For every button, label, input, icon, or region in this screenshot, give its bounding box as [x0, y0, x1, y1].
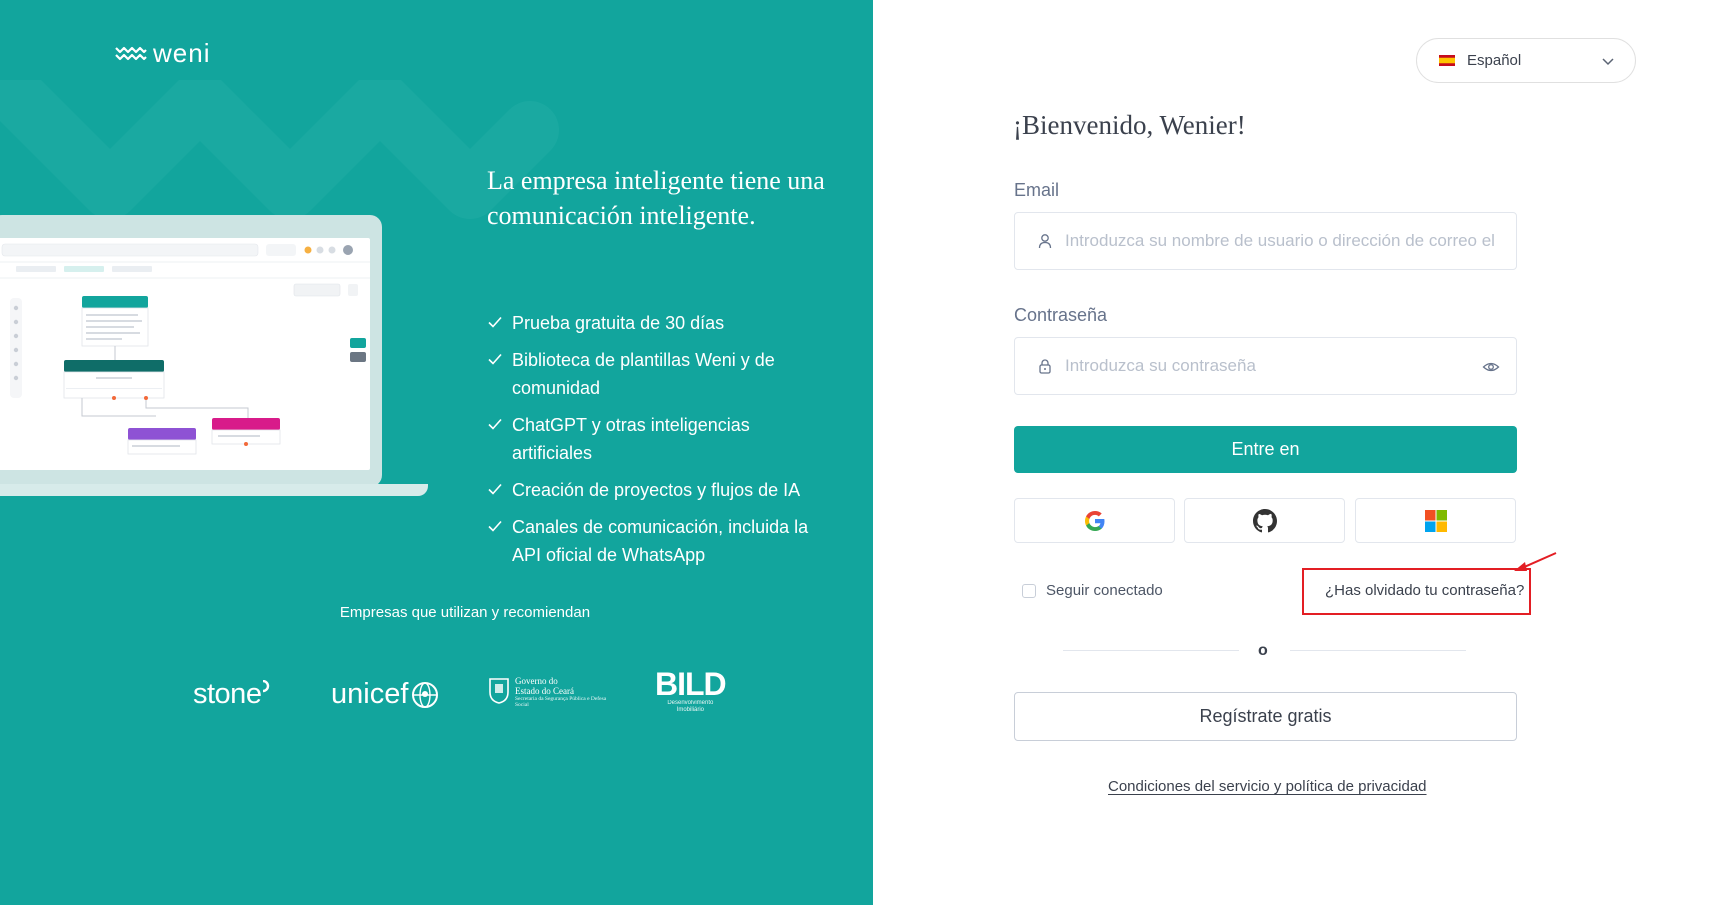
email-label: Email — [1014, 180, 1060, 200]
remember-checkbox[interactable] — [1022, 583, 1036, 598]
feature-item: Canales de comunicación, incluida la API… — [487, 513, 817, 569]
remember-label: Seguir conectado — [1046, 582, 1163, 599]
github-icon — [1252, 508, 1277, 532]
feature-text: Canales de comunicación, incluida la API… — [512, 517, 809, 565]
ceara-line-3: Secretaria da Segurança Pública e Defesa… — [515, 696, 607, 708]
ceara-logo: Governo do Estado do Ceará Secretaria da… — [488, 676, 620, 708]
laptop-base — [0, 484, 428, 496]
language-select[interactable]: Español — [1416, 38, 1636, 83]
divider-right — [1290, 650, 1466, 651]
lock-icon — [1039, 359, 1051, 374]
companies-title: Empresas que utilizan y recomiendan — [339, 604, 591, 621]
feature-text: Creación de proyectos y flujos de IA — [512, 480, 801, 500]
ceara-seal-icon — [489, 678, 509, 704]
unicef-logo-text: unicef — [331, 678, 409, 710]
register-button[interactable]: Regístrate gratis — [1014, 692, 1517, 741]
feature-item: Biblioteca de plantillas Weni y de comun… — [487, 346, 817, 402]
feature-text: Prueba gratuita de 30 días — [512, 313, 725, 333]
brand-name: weni — [153, 38, 211, 68]
features-list: Prueba gratuita de 30 días Biblioteca de… — [487, 309, 817, 578]
language-selected: Español — [1467, 52, 1522, 69]
email-field[interactable] — [1014, 212, 1517, 270]
check-icon — [488, 418, 502, 430]
check-icon — [488, 316, 502, 328]
user-icon — [1038, 234, 1052, 249]
headline: La empresa inteligente tiene una comunic… — [487, 166, 825, 230]
feature-item: ChatGPT y otras inteligencias artificial… — [487, 411, 817, 467]
check-icon — [488, 520, 502, 532]
bild-logo-subtext: Desenvolvimento Imobiliário — [667, 700, 714, 713]
bild-logo-text: BILD — [655, 666, 727, 702]
feature-text: Biblioteca de plantillas Weni y de comun… — [512, 350, 775, 398]
eye-icon[interactable] — [1482, 358, 1500, 376]
weni-logo[interactable]: weni — [115, 40, 210, 66]
feature-item: Prueba gratuita de 30 días — [487, 309, 817, 337]
email-input[interactable] — [1065, 231, 1505, 251]
chevron-down-icon — [1602, 58, 1614, 66]
stone-logo: stone — [193, 678, 271, 711]
unicef-globe-icon — [412, 681, 439, 708]
password-label: Contraseña — [1014, 305, 1108, 325]
company-logos: stone unicef Governo do Estado do Ceará … — [0, 668, 873, 732]
feature-item: Creación de proyectos y flujos de IA — [487, 476, 817, 504]
weni-logo-icon — [115, 46, 147, 61]
flow-editor-mockup — [0, 243, 370, 455]
bild-logo: BILD Desenvolvimento Imobiliário — [655, 666, 727, 714]
google-icon — [1084, 510, 1104, 531]
github-login-button[interactable] — [1184, 498, 1345, 543]
microsoft-icon — [1424, 509, 1447, 532]
check-icon — [488, 483, 502, 495]
ceara-line-2: Estado do Ceará — [515, 686, 574, 696]
check-icon — [488, 353, 502, 365]
ceara-line-1: Governo do — [515, 676, 558, 686]
remember-me[interactable]: Seguir conectado — [1022, 582, 1163, 599]
divider-left — [1063, 650, 1239, 651]
feature-text: ChatGPT y otras inteligencias artificial… — [512, 415, 750, 463]
google-login-button[interactable] — [1014, 498, 1175, 543]
annotation-arrow-icon — [1514, 552, 1557, 571]
stone-mark-icon — [263, 679, 270, 693]
spain-flag-icon — [1439, 55, 1455, 66]
welcome-title: ¡Bienvenido, Wenier! — [1013, 110, 1246, 140]
terms-link[interactable]: Condiciones del servicio y política de p… — [1108, 778, 1427, 795]
laptop-mockup — [0, 215, 430, 500]
laptop-screen — [0, 238, 370, 470]
password-field[interactable] — [1014, 337, 1517, 395]
login-button[interactable]: Entre en — [1014, 426, 1517, 473]
password-input[interactable] — [1065, 356, 1505, 376]
microsoft-login-button[interactable] — [1355, 498, 1516, 543]
forgot-password-link[interactable]: ¿Has olvidado tu contraseña? — [1325, 582, 1524, 599]
unicef-logo: unicef — [331, 678, 440, 711]
stone-logo-text: stone — [193, 678, 262, 710]
divider-or: o — [1258, 642, 1268, 659]
left-panel: weni La empresa inteligente tiene una co… — [0, 0, 873, 905]
ceara-logo-text: Governo do Estado do Ceará Secretaria da… — [515, 676, 620, 708]
